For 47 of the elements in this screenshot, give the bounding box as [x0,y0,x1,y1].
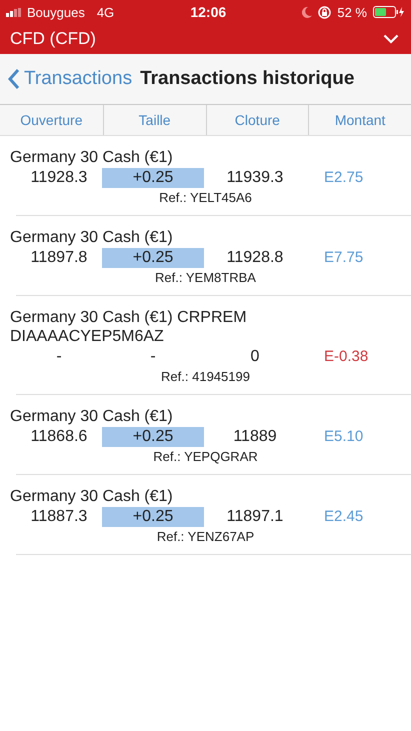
rotation-lock-icon [318,6,332,18]
reference: Ref.: 41945199 [161,369,250,384]
amount: E7.75 [323,248,364,268]
signal-icon [6,8,21,16]
reference: Ref.: YEM8TRBA [155,270,256,285]
reference: Ref.: YEPQGRAR [153,449,258,464]
instrument-name: Germany 30 Cash (€1) [10,407,174,426]
size-badge: +0.25 [102,248,204,268]
instrument-name: Germany 30 Cash (€1) [10,487,174,506]
close-price: 11889 [232,428,278,446]
open-price: 11868.6 [30,428,88,446]
carrier-name: Bouygues [27,4,85,20]
back-chevron-icon[interactable] [8,68,20,90]
open-price: - [55,348,63,366]
close-price: 11939.3 [226,169,284,187]
open-price: 11897.8 [30,249,88,267]
reference: Ref.: YELT45A6 [159,190,252,205]
column-header[interactable]: Montant [308,105,411,135]
size-badge: +0.25 [102,507,204,527]
reference: Ref.: YENZ67AP [156,529,254,544]
page-title: Transactions historique [140,68,354,90]
column-header[interactable]: Ouverture [0,105,103,135]
battery-percent: 52 % [337,4,367,20]
close-price: 0 [250,348,260,366]
amount: E2.75 [323,168,364,188]
amount: E2.45 [323,507,364,527]
account-title: CFD (CFD) [10,29,96,49]
amount: E-0.38 [323,347,370,367]
size-value: - [149,347,157,367]
column-header[interactable]: Taille [102,105,206,135]
open-price: 11887.3 [30,508,88,526]
instrument-name: Germany 30 Cash (€1) CRPREM DIAAAACYEP5M6AZ [10,308,248,346]
battery-charging-icon [373,6,405,18]
size-badge: +0.25 [102,168,204,188]
size-badge: +0.25 [102,427,204,447]
moon-icon [302,6,312,18]
column-header[interactable]: Cloture [206,105,308,135]
close-price: 11928.8 [226,249,284,267]
chevron-down-icon[interactable] [383,34,399,44]
open-price: 11928.3 [30,169,88,187]
amount: E5.10 [323,427,364,447]
close-price: 11897.1 [226,508,284,526]
network-type: 4G [96,4,114,20]
back-link[interactable]: Transactions [8,68,132,90]
instrument-name: Germany 30 Cash (€1) [10,148,174,167]
instrument-name: Germany 30 Cash (€1) [10,228,174,247]
clock: 12:06 [189,4,228,20]
